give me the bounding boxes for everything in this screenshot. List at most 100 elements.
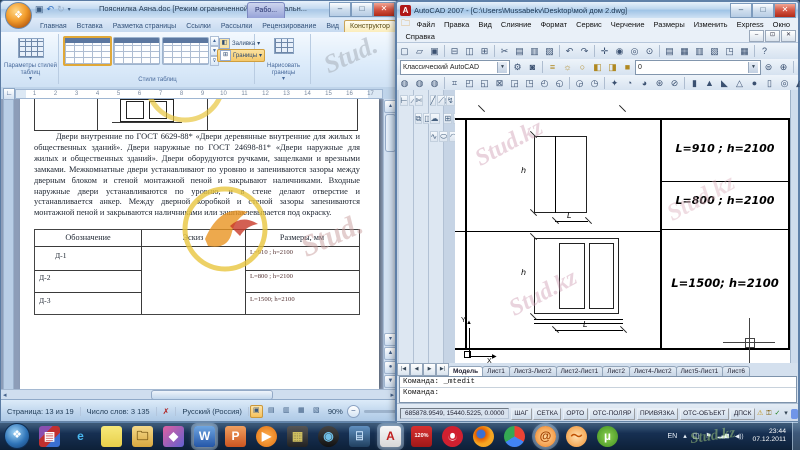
erase-icon[interactable] xyxy=(415,95,424,106)
undo-icon[interactable] xyxy=(563,45,576,58)
layout-tab-model[interactable]: Модель xyxy=(448,366,483,376)
ribbon-tab[interactable]: Рецензирование xyxy=(257,21,321,32)
redo-icon[interactable] xyxy=(57,4,65,15)
save-icon[interactable] xyxy=(35,4,44,15)
designcenter-icon[interactable] xyxy=(678,45,691,58)
ribbon-tab[interactable]: Главная xyxy=(35,21,72,32)
workspace-combo[interactable]: Классический AutoCAD xyxy=(400,60,510,75)
sep[interactable] xyxy=(559,45,560,57)
redo-icon[interactable] xyxy=(578,45,591,58)
undo-icon[interactable] xyxy=(47,4,55,15)
scroll-right-icon[interactable] xyxy=(390,391,394,399)
sep[interactable] xyxy=(659,45,660,57)
clean-screen-icon[interactable] xyxy=(791,409,798,419)
taskbar-mailru-agent[interactable] xyxy=(535,426,556,447)
menu-item[interactable]: Слияние xyxy=(496,20,536,29)
toolbar-lock-icon[interactable] xyxy=(766,409,773,419)
render-icon[interactable] xyxy=(653,77,666,90)
status-toggle-button[interactable]: ШАГ xyxy=(511,408,532,420)
view-icon[interactable] xyxy=(478,77,491,90)
minimize-button[interactable]: – xyxy=(730,3,752,18)
table-style-thumb[interactable] xyxy=(63,36,112,66)
taskbar-firefox[interactable] xyxy=(473,426,494,447)
layout-tab[interactable]: Лист4-Лист2 xyxy=(629,366,677,376)
zoom-realtime-icon[interactable] xyxy=(613,45,626,58)
menu-item[interactable]: Размеры xyxy=(649,20,689,29)
sep[interactable] xyxy=(594,45,595,57)
paste-icon[interactable] xyxy=(528,45,541,58)
render-icon[interactable] xyxy=(608,77,621,90)
spline-icon[interactable] xyxy=(430,131,439,142)
scroll-left-icon[interactable] xyxy=(3,391,7,399)
language-indicator[interactable]: Русский (Россия) xyxy=(176,407,249,416)
network-icon[interactable] xyxy=(718,433,729,439)
volume-icon[interactable] xyxy=(735,433,744,440)
view-icon[interactable] xyxy=(463,77,476,90)
maximize-button[interactable]: □ xyxy=(752,3,774,18)
layer-combo[interactable]: 0 xyxy=(635,60,761,75)
page-indicator[interactable]: Страница: 13 из 19 xyxy=(1,407,81,416)
ribbon-tab[interactable]: Вставка xyxy=(72,21,108,32)
maximize-button[interactable]: □ xyxy=(351,2,373,17)
dim-linear-icon[interactable] xyxy=(400,95,409,106)
start-button[interactable] xyxy=(4,423,30,449)
solid-wedge-icon[interactable] xyxy=(718,77,731,90)
table-style-thumb[interactable] xyxy=(113,37,160,65)
view-icon[interactable] xyxy=(588,77,601,90)
polyline-icon[interactable] xyxy=(446,95,455,106)
layer-color-icon[interactable] xyxy=(621,61,634,74)
ribbon-tab[interactable]: Вид xyxy=(321,21,344,32)
save-icon[interactable] xyxy=(428,45,441,58)
taskbar-utorrent[interactable] xyxy=(597,426,618,447)
mdi-minimize-icon[interactable]: – xyxy=(749,30,764,42)
table-style-thumb[interactable] xyxy=(162,37,209,65)
layout-tab[interactable]: Лист2-Лист1 xyxy=(556,366,604,376)
ellipse-icon[interactable] xyxy=(439,131,448,142)
layout-tab[interactable]: Лист1 xyxy=(482,366,510,376)
document-area[interactable]: Двери внутренние по ГОСТ 6629-88* «Двери… xyxy=(1,99,398,389)
layer-previous-icon[interactable] xyxy=(762,61,775,74)
hidden-icons-icon[interactable] xyxy=(683,432,687,440)
layout-tab[interactable]: Лист2 xyxy=(602,366,630,376)
tool-palettes-icon[interactable] xyxy=(693,45,706,58)
menu-item[interactable]: Вид xyxy=(474,20,497,29)
context-tab-group-label[interactable]: Рабо... xyxy=(247,2,285,18)
properties-icon[interactable] xyxy=(663,45,676,58)
layer-sun-icon[interactable] xyxy=(576,61,589,74)
word-count[interactable]: Число слов: 3 135 xyxy=(81,407,157,416)
cad-standards-icon[interactable] xyxy=(757,409,764,419)
menu-item[interactable]: Express xyxy=(732,20,768,29)
line-icon[interactable] xyxy=(430,95,437,106)
taskbar-opera[interactable] xyxy=(442,426,463,447)
osnap-icon[interactable] xyxy=(428,77,441,90)
array-icon[interactable] xyxy=(443,113,452,124)
copy-object-icon[interactable] xyxy=(415,113,423,124)
status-toggle-button[interactable]: ОРТО xyxy=(563,408,588,420)
solid-cone2-icon[interactable] xyxy=(733,77,746,90)
taskbar-sticky-notes[interactable] xyxy=(101,426,122,447)
solid-box-icon[interactable] xyxy=(688,77,701,90)
draw-borders-group[interactable]: Нарисовать границы xyxy=(257,34,311,84)
help-icon[interactable] xyxy=(758,45,771,58)
clock[interactable]: 23:44 07.12.2011 xyxy=(752,428,786,444)
render-icon[interactable] xyxy=(623,77,636,90)
workspace-settings-icon[interactable] xyxy=(511,61,524,74)
sep[interactable] xyxy=(444,77,445,89)
render-icon[interactable] xyxy=(668,77,681,90)
spellcheck-icon[interactable] xyxy=(157,407,177,416)
sep[interactable] xyxy=(444,45,445,57)
sheetset-icon[interactable] xyxy=(708,45,721,58)
ribbon-tab[interactable]: Разметка страницы xyxy=(108,21,182,32)
next-layout-icon[interactable] xyxy=(423,363,436,376)
menu-item-help[interactable]: Справка xyxy=(401,32,439,41)
taskbar-explorer[interactable] xyxy=(132,426,153,447)
calculator-icon[interactable] xyxy=(738,45,751,58)
taskbar-zoom-badge[interactable] xyxy=(411,426,432,447)
taskbar-media-player-classic[interactable] xyxy=(287,426,308,447)
minimize-button[interactable]: – xyxy=(329,2,351,17)
revcloud-icon[interactable] xyxy=(430,113,440,124)
layers-icon[interactable] xyxy=(546,61,559,74)
menu-item[interactable]: Сервис xyxy=(572,20,607,29)
office-button[interactable] xyxy=(5,2,32,29)
view-icon[interactable] xyxy=(523,77,536,90)
